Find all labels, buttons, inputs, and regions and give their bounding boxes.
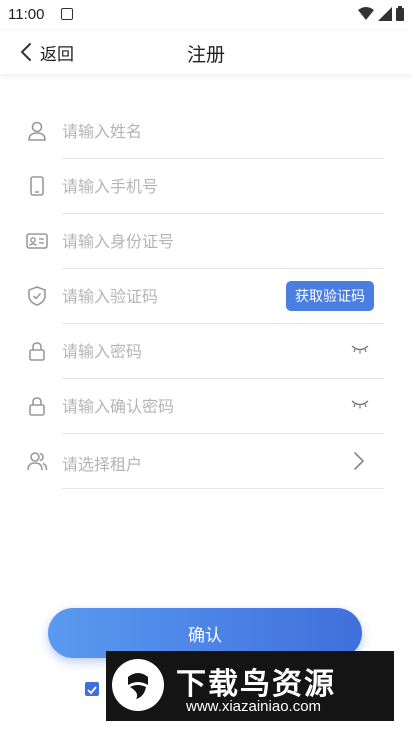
name-input[interactable] (62, 118, 282, 144)
user-icon (28, 121, 46, 141)
password-row (0, 324, 412, 379)
wifi-icon (358, 6, 374, 20)
get-code-button[interactable]: 获取验证码 (286, 281, 374, 311)
phone-icon (30, 176, 44, 196)
users-icon (27, 452, 48, 471)
battery-icon (396, 6, 404, 21)
confirm-password-row (0, 379, 412, 434)
divider (62, 488, 384, 489)
status-bar: 11:00 (0, 0, 412, 30)
tenant-row[interactable]: 请选择租户 (0, 434, 412, 489)
phone-input[interactable] (62, 173, 282, 199)
status-time: 11:00 (8, 6, 45, 23)
shield-icon (28, 286, 46, 306)
phone-row (0, 159, 412, 214)
watermark-url: www.xiazainiao.com (186, 698, 322, 715)
page-title: 注册 (186, 44, 225, 66)
lock-icon (29, 342, 45, 361)
id-card-icon (26, 233, 48, 249)
lock-icon (29, 397, 45, 416)
eye-closed-icon[interactable] (350, 344, 370, 354)
check-icon (87, 686, 97, 695)
tenant-select-label: 请选择租户 (62, 455, 143, 474)
password-input[interactable] (62, 338, 282, 364)
watermark-banner: 下载鸟资源 www.xiazainiao.com (106, 651, 394, 721)
name-row (0, 104, 412, 159)
signal-icon (378, 6, 392, 21)
status-icons (358, 6, 404, 21)
chevron-right-icon (354, 452, 364, 470)
code-input[interactable] (62, 283, 282, 309)
id-number-input[interactable] (62, 228, 282, 254)
bird-logo-icon (112, 659, 164, 711)
watermark-title: 下载鸟资源 (176, 667, 336, 702)
code-row: 获取验证码 (0, 269, 412, 324)
notification-app-icon (61, 8, 73, 20)
agree-checkbox[interactable] (85, 682, 99, 696)
confirm-password-input[interactable] (62, 393, 282, 419)
register-form: 获取验证码 请选择租户 (0, 104, 412, 489)
eye-closed-icon[interactable] (350, 399, 370, 409)
nav-bar: 返回 注册 (0, 30, 412, 74)
id-row (0, 214, 412, 269)
